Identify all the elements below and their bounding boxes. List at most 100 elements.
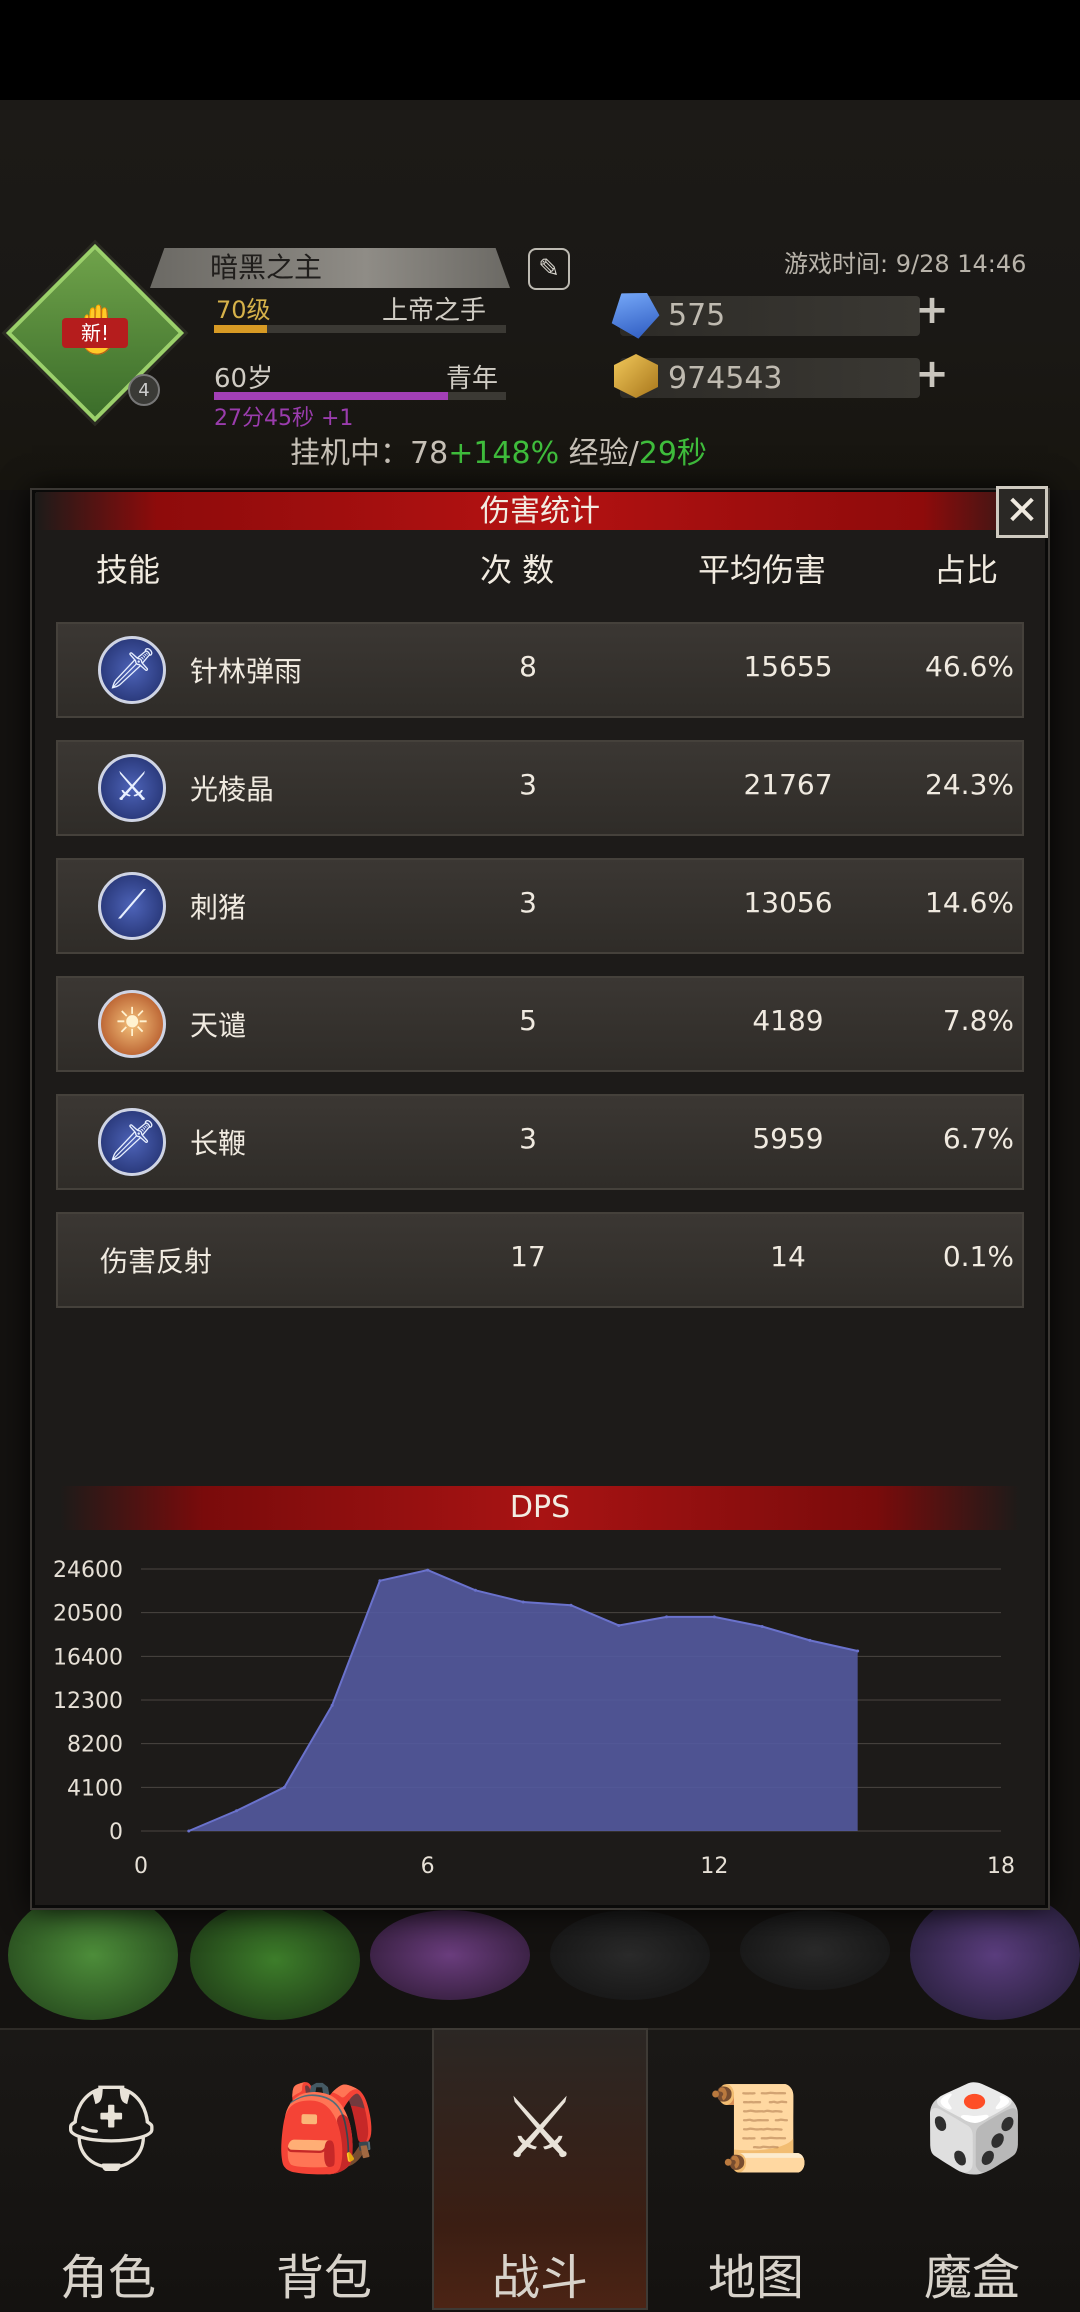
dps-point [569,1603,573,1607]
gem-amount: 575 [668,298,726,333]
age-progress-fill [214,392,448,400]
nav-tab-character[interactable]: ⛑ 角色 [0,2028,216,2310]
dps-point [808,1638,812,1642]
nav-label: 战斗 [491,2250,588,2306]
add-gems-button[interactable]: + [912,290,952,332]
y-tick-label: 16400 [53,1645,123,1670]
status-bar [0,0,1080,100]
close-icon: ✕ [1005,488,1039,534]
skill-name: 长鞭 [190,1127,247,1160]
dps-point [617,1623,621,1627]
skill-percent: 14.6% [925,886,1014,919]
backpack-icon: 🎒 [274,2079,379,2177]
sword-icon: 🗡 [98,636,166,704]
x-tick-label: 0 [134,1854,148,1879]
dps-point [235,1809,239,1813]
dps-title: DPS [509,1490,571,1525]
skill-percent: 6.7% [942,1122,1014,1155]
skill-count: 17 [510,1240,546,1273]
dps-point [856,1649,860,1653]
table-row[interactable]: ☀ 天谴 5 4189 7.8% [56,976,1024,1072]
player-title: 上帝之手 [382,296,487,326]
player-age: 60岁 [214,364,274,394]
idle-interval: 29秒 [638,436,707,471]
x-tick-label: 6 [421,1854,435,1879]
table-row[interactable]: 🗡 长鞭 3 5959 6.7% [56,1094,1024,1190]
player-level: 70级 [216,296,271,324]
table-row[interactable]: 🗡 针林弹雨 8 15655 46.6% [56,622,1024,718]
y-tick-label: 24600 [53,1558,123,1583]
nav-tab-backpack[interactable]: 🎒 背包 [216,2028,432,2310]
table-row[interactable]: 伤害反射 17 14 0.1% [56,1212,1024,1308]
nav-label: 魔盒 [923,2250,1020,2306]
y-tick-label: 8200 [67,1733,123,1758]
dps-chart: 24600 20500 16400 12300 8200 4100 00 6 12 18 [53,1558,1015,1879]
dps-point [760,1625,764,1629]
idle-status: 挂机中：78+148% 经验/29秒 [290,428,707,472]
sword-shield-icon: ⚔ [502,2079,578,2177]
dps-point [187,1829,191,1833]
spikes-icon: ⟋ [98,872,166,940]
blade-icon: ⚔ [98,754,166,822]
table-row[interactable]: ⟋ 刺猪 3 13056 14.6% [56,858,1024,954]
close-button[interactable]: ✕ [996,486,1048,538]
magic-box-icon: 🎲 [922,2079,1027,2177]
column-header-avg-damage: 平均伤害 [698,551,827,589]
player-name: 暗黑之主 [210,251,323,284]
skill-avg-damage: 5959 [752,1122,824,1155]
edit-name-button[interactable]: ✎ [528,248,570,290]
gold-amount: 974543 [668,361,783,396]
skill-percent: 0.1% [942,1240,1014,1273]
skill-name: 刺猪 [190,891,247,924]
skill-name: 光棱晶 [190,773,275,806]
nav-tab-magic-box[interactable]: 🎲 魔盒 [864,2028,1080,2310]
dps-point [473,1588,477,1592]
skill-avg-damage: 14 [770,1240,806,1273]
sword-icon: 🗡 [98,1108,166,1176]
x-tick-label: 18 [987,1854,1015,1879]
skill-count: 3 [519,1122,537,1155]
idle-bonus: +148% [448,436,560,471]
nav-tab-map[interactable]: 📜 地图 [648,2028,864,2310]
column-header-count: 次 数 [480,551,555,589]
skill-avg-damage: 4189 [752,1004,824,1037]
skill-percent: 24.3% [925,768,1014,801]
dps-point [426,1568,430,1572]
new-badge: 新! [62,318,128,348]
dps-point [330,1703,334,1707]
name-plate [150,248,510,288]
skill-count: 3 [519,886,537,919]
gem-counter [620,296,920,336]
y-tick-label: 4100 [67,1776,123,1801]
y-tick-label: 20500 [53,1602,123,1627]
nav-tab-battle[interactable]: ⚔ 战斗 [432,2028,648,2310]
table-row[interactable]: ⚔ 光棱晶 3 21767 24.3% [56,740,1024,836]
skill-avg-damage: 13056 [743,886,833,919]
skill-count: 3 [519,768,537,801]
level-progress-fill [214,325,267,333]
dps-point [665,1615,669,1619]
skill-name: 针林弹雨 [190,655,303,688]
avatar-rank-badge: 4 [128,374,160,406]
skill-count: 5 [519,1004,537,1037]
nav-label: 角色 [59,2250,156,2306]
nav-label: 背包 [275,2250,372,2306]
dps-area [188,1570,858,1831]
skill-name: 伤害反射 [100,1245,213,1278]
add-gold-button[interactable]: + [912,354,952,396]
idle-prefix: 挂机中： [290,436,410,471]
fire-figure-icon: ☀ [98,990,166,1058]
scroll-map-icon: 📜 [706,2079,811,2177]
game-time: 游戏时间: 9/28 14:46 [784,250,1027,278]
y-tick-label: 12300 [53,1689,123,1714]
column-header-skill: 技能 [96,551,161,589]
x-tick-label: 12 [700,1854,728,1879]
dialog-title: 伤害统计 [480,494,600,529]
dps-point [712,1615,716,1619]
idle-value: 78 [410,436,449,471]
helmet-icon: ⛑ [58,2079,165,2177]
skill-percent: 7.8% [942,1004,1014,1037]
age-stage: 青年 [446,364,499,394]
nav-label: 地图 [707,2250,804,2306]
dps-point [378,1579,382,1583]
